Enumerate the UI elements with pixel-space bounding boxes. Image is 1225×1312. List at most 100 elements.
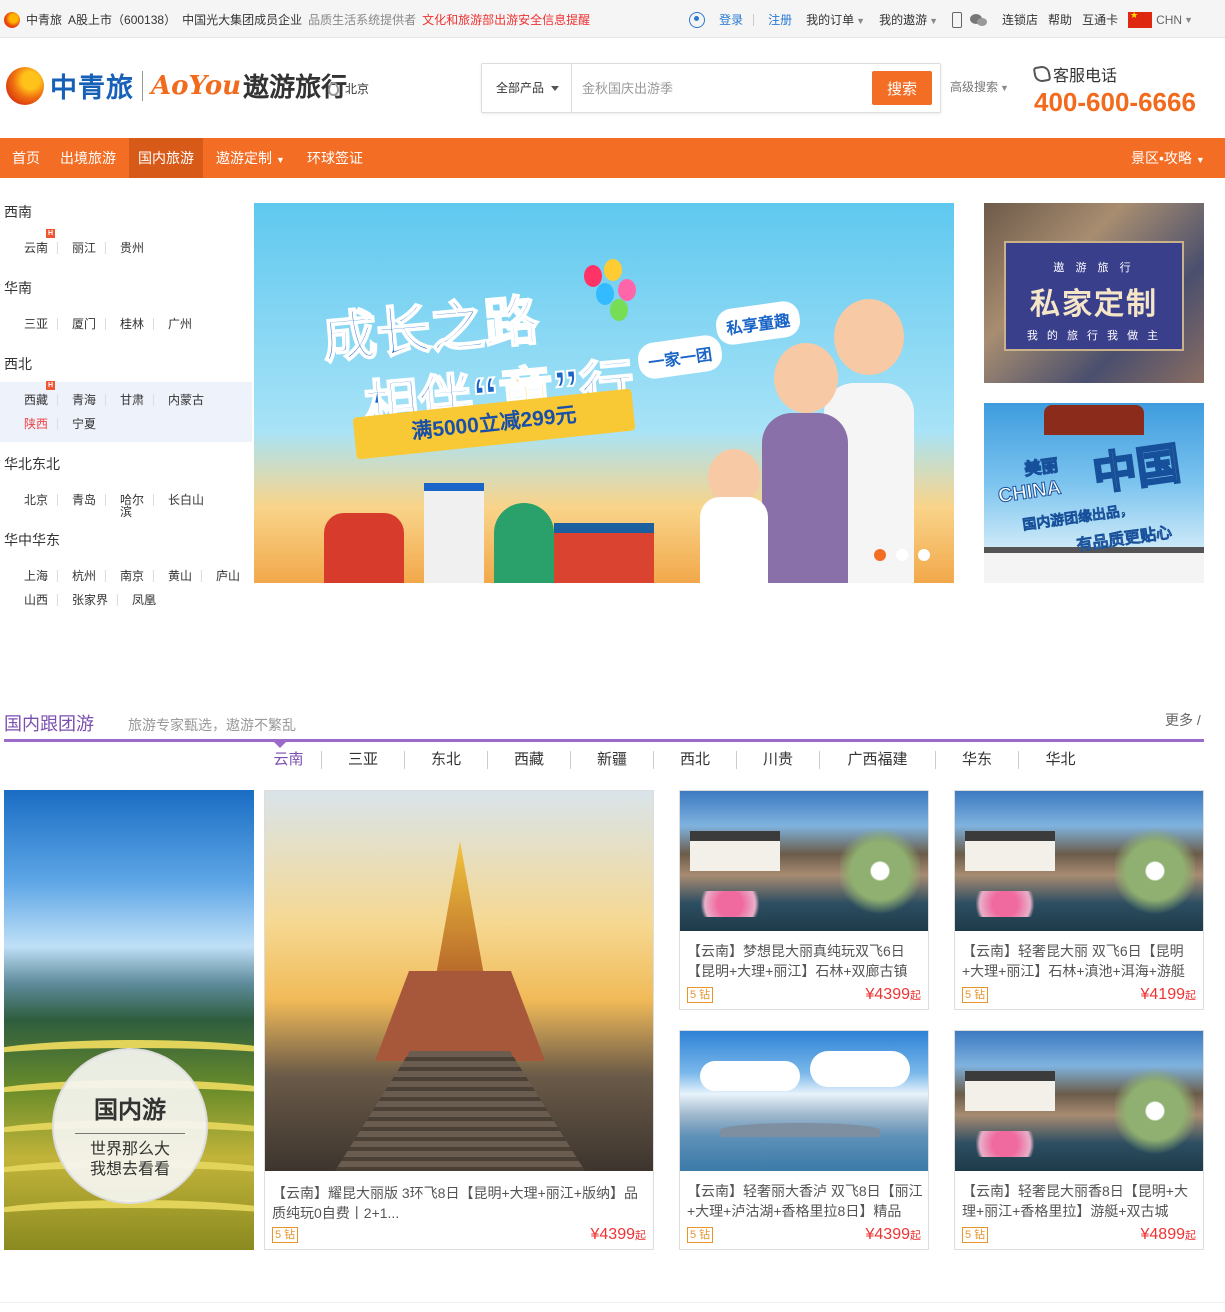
product-card[interactable]: 【云南】轻奢昆大丽 双飞6日【昆明+大理+丽江】石林+滇池+洱海+游艇 5 钻 … [954, 790, 1204, 1010]
wechat-icon[interactable] [970, 13, 988, 27]
balloon-icon [610, 299, 628, 321]
tab-sanya[interactable]: 三亚 [322, 751, 405, 769]
city-link-fenghuang[interactable]: 凤凰 [118, 594, 166, 606]
product-title: 【云南】耀昆大丽版 3环飞8日【昆明+大理+丽江+版纳】品质纯玩0自费丨2+1.… [272, 1185, 638, 1221]
language-selector[interactable]: CHN ▼ [1128, 10, 1193, 28]
product-card[interactable]: 【云南】耀昆大丽版 3环飞8日【昆明+大理+丽江+版纳】品质纯玩0自费丨2+1.… [264, 790, 654, 1250]
main-nav: 首页 出境旅游 国内旅游 遨游定制 ▼ 环球签证 景区•攻略 ▼ [0, 138, 1225, 178]
city-link-gansu[interactable]: 甘肃 [106, 394, 154, 406]
city-link-guangzhou[interactable]: 广州 [154, 318, 202, 330]
hotline: 客服电话 400-600-6666 [1032, 62, 1196, 118]
tab-east-china[interactable]: 华东 [936, 751, 1019, 769]
price-value: ¥4399 [865, 1226, 911, 1243]
city-label: 西藏 [24, 393, 49, 407]
site-logo[interactable]: 中青旅 AoYou 遨游旅行 [6, 66, 347, 105]
nav-attractions-guides[interactable]: 景区•攻略 ▼ [1122, 138, 1214, 178]
city-selector[interactable]: 北京 [328, 80, 369, 97]
city-link-beijing[interactable]: 北京 [10, 494, 58, 506]
city-link-nanjing[interactable]: 南京 [106, 570, 154, 582]
price-value: ¥4199 [1140, 986, 1186, 1003]
ad-private-custom[interactable]: 遨 游 旅 行 私家定制 我 的 旅 行 我 做 主 [984, 203, 1204, 383]
cloud-illustration [810, 1051, 910, 1087]
city-link-hangzhou[interactable]: 杭州 [58, 570, 106, 582]
help-link[interactable]: 帮助 [1048, 11, 1072, 28]
search-input[interactable] [582, 74, 862, 102]
city-link-shanxi[interactable]: 山西 [10, 594, 58, 606]
section-subtitle: 旅游专家甄选，遨游不繁乱 [128, 717, 296, 733]
nav-visa[interactable]: 环球签证 [298, 138, 372, 178]
tab-yunnan[interactable]: 云南 [256, 751, 322, 769]
mobile-app-icon[interactable] [952, 11, 963, 28]
city-link-shanghai[interactable]: 上海 [10, 570, 58, 582]
city-link-sanya[interactable]: 三亚 [10, 318, 58, 330]
city-link-inner-mongolia[interactable]: 内蒙古 [154, 394, 208, 406]
product-image [265, 791, 653, 1171]
product-card[interactable]: 【云南】轻奢昆大丽香8日【昆明+大理+丽江+香格里拉】游艇+双古城 5 钻 ¥4… [954, 1030, 1204, 1250]
tab-tibet[interactable]: 西藏 [488, 751, 571, 769]
region-north-northeast: 华北东北 北京 青岛 哈尔滨 长白山 [0, 442, 252, 518]
temple-illustration [494, 503, 554, 583]
product-price: ¥4399起 [866, 1226, 922, 1244]
card-link[interactable]: 互通卡 [1082, 11, 1118, 28]
city-link-huangshan[interactable]: 黄山 [154, 570, 202, 582]
chevron-down-icon: ▼ [1195, 155, 1205, 165]
city-link-guilin[interactable]: 桂林 [106, 318, 154, 330]
tab-northeast[interactable]: 东北 [405, 751, 488, 769]
city-link-qingdao[interactable]: 青岛 [58, 494, 106, 506]
balloon-icon [618, 279, 636, 301]
nav-domestic[interactable]: 国内旅游 [129, 138, 203, 178]
product-price: ¥4399起 [866, 986, 922, 1004]
user-icon [689, 11, 706, 28]
product-title: 【云南】梦想昆大丽真纯玩双飞6日【昆明+大理+丽江】石林+双廊古镇 [687, 943, 908, 979]
advanced-search-link[interactable]: 高级搜索 ▼ [950, 78, 1009, 95]
hero-banner[interactable]: 成长之路 相伴“童”行 满5000立减299元 私享童趣 一家一团 [254, 203, 954, 583]
search-category-dropdown[interactable]: 全部产品 [482, 64, 572, 112]
city-link-changbaishan[interactable]: 长白山 [154, 494, 208, 506]
my-aoyou-menu[interactable]: 我的遨游 ▼ [879, 11, 938, 28]
city-link-tibet[interactable]: 西藏 H [10, 381, 58, 407]
city-link-lijiang[interactable]: 丽江 [58, 242, 106, 254]
provider-info: 品质生活系统提供者 [308, 13, 417, 27]
search-button[interactable]: 搜索 [872, 71, 932, 105]
banner-dot[interactable] [918, 549, 930, 561]
my-orders-menu[interactable]: 我的订单 ▼ [806, 11, 865, 28]
register-link[interactable]: 注册 [768, 11, 792, 28]
banner-dot[interactable] [874, 549, 886, 561]
section-more-link[interactable]: 更多 / [1165, 710, 1201, 730]
product-card[interactable]: 【云南】轻奢丽大香泸 双飞8日【丽江+大理+泸沽湖+香格里拉8日】精品 5 钻 … [679, 1030, 929, 1250]
domestic-travel-poster[interactable]: 国内游 世界那么大 我想去看看 [4, 790, 254, 1250]
city-link-yunnan[interactable]: 云南 H [10, 229, 58, 254]
region-sidebar: 西南 云南 H 丽江 贵州 华南 三亚 厦门 桂林 广州 西北 西藏 H 青海 甘肃 [0, 190, 252, 618]
nav-outbound[interactable]: 出境旅游 [51, 138, 125, 178]
tab-northwest[interactable]: 西北 [654, 751, 737, 769]
city-link-ningxia[interactable]: 宁夏 [58, 418, 106, 430]
city-link-zhangjiajie[interactable]: 张家界 [58, 594, 118, 606]
tab-guangxi-fujian[interactable]: 广西福建 [820, 751, 936, 769]
tab-sichuan-guizhou[interactable]: 川贵 [737, 751, 820, 769]
mountain-illustration [720, 1123, 880, 1137]
tab-north-china[interactable]: 华北 [1019, 751, 1102, 769]
banner-bubble-family: 一家一团 [635, 333, 725, 381]
safety-notice-link[interactable]: 文化和旅游部出游安全信息提醒 [422, 11, 590, 28]
city-link-lushan[interactable]: 庐山 [202, 570, 250, 582]
destination-tabs: 云南 三亚 东北 西藏 新疆 西北 川贵 广西福建 华东 华北 [256, 751, 1102, 773]
login-link[interactable]: 登录 [719, 11, 743, 28]
product-title: 【云南】轻奢昆大丽 双飞6日【昆明+大理+丽江】石林+滇池+洱海+游艇 [962, 943, 1185, 979]
nav-home[interactable]: 首页 [3, 138, 49, 178]
footer-divider [0, 1302, 1225, 1303]
ad-china-en: CHINA [996, 476, 1063, 508]
city-link-shaanxi[interactable]: 陕西 [10, 418, 58, 430]
nav-custom[interactable]: 遨游定制 ▼ [207, 138, 294, 178]
ad-beautiful-china[interactable]: 美丽 中国 CHINA 国内游团缘出品， 有品质更贴心 [984, 403, 1204, 583]
city-link-harbin[interactable]: 哈尔滨 [106, 494, 154, 518]
top-bar-left: 中青旅 A股上市（600138） 中国光大集团成员企业 品质生活系统提供者 文化… [4, 11, 590, 28]
tab-xinjiang[interactable]: 新疆 [571, 751, 654, 769]
city-link-guizhou[interactable]: 贵州 [106, 242, 154, 254]
product-card[interactable]: 【云南】梦想昆大丽真纯玩双飞6日【昆明+大理+丽江】石林+双廊古镇 5 钻 ¥4… [679, 790, 929, 1010]
region-northwest: 西北 西藏 H 青海 甘肃 内蒙古 陕西 宁夏 [0, 342, 252, 442]
city-link-qinghai[interactable]: 青海 [58, 394, 106, 406]
banner-dot[interactable] [896, 549, 908, 561]
stores-link[interactable]: 连锁店 [1002, 11, 1038, 28]
city-link-xiamen[interactable]: 厦门 [58, 318, 106, 330]
chevron-down-icon: ▼ [1184, 14, 1193, 25]
